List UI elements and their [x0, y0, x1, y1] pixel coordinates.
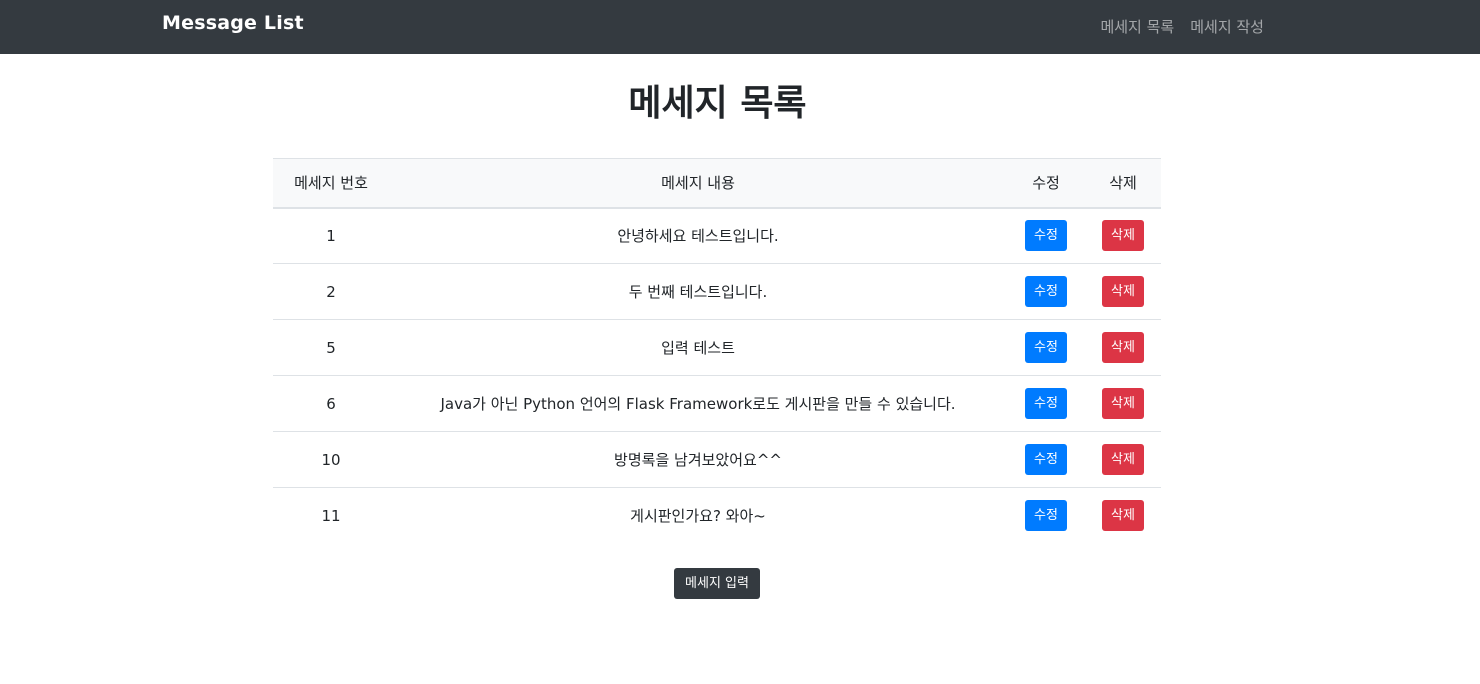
nav-links: 메세지 목록 메세지 작성	[1100, 16, 1264, 37]
table-row: 10 방명록을 남겨보았어요^^ 수정 삭제	[273, 431, 1161, 488]
message-table-wrapper: 메세지 번호 메세지 내용 수정 삭제 1 안녕하세요 테스트입니다. 수정 삭…	[273, 158, 1161, 544]
message-content: Java가 아닌 Python 언어의 Flask Framework로도 게시…	[389, 375, 1007, 432]
message-content: 두 번째 테스트입니다.	[389, 263, 1007, 320]
message-number: 2	[273, 263, 389, 320]
header-message-number: 메세지 번호	[273, 158, 389, 209]
message-number: 1	[273, 207, 389, 264]
delete-button[interactable]: 삭제	[1102, 220, 1144, 252]
edit-button[interactable]: 수정	[1025, 500, 1067, 532]
table-header-row: 메세지 번호 메세지 내용 수정 삭제	[273, 158, 1161, 209]
page-title: 메세지 목록	[628, 83, 807, 124]
delete-button[interactable]: 삭제	[1102, 276, 1144, 307]
message-table: 메세지 번호 메세지 내용 수정 삭제 1 안녕하세요 테스트입니다. 수정 삭…	[273, 158, 1161, 544]
edit-button[interactable]: 수정	[1025, 276, 1067, 307]
edit-button[interactable]: 수정	[1025, 444, 1067, 475]
table-row: 6 Java가 아닌 Python 언어의 Flask Framework로도 …	[273, 375, 1161, 432]
delete-button[interactable]: 삭제	[1102, 388, 1144, 419]
edit-button[interactable]: 수정	[1025, 332, 1067, 363]
delete-button[interactable]: 삭제	[1102, 500, 1144, 532]
table-row: 1 안녕하세요 테스트입니다. 수정 삭제	[273, 207, 1161, 264]
header-message-content: 메세지 내용	[389, 158, 1007, 209]
message-number: 5	[273, 319, 389, 376]
header-edit: 수정	[1007, 158, 1085, 209]
message-content: 방명록을 남겨보았어요^^	[389, 431, 1007, 488]
table-row: 11 게시판인가요? 와아~ 수정 삭제	[273, 488, 1161, 544]
brand-link[interactable]: Message List	[162, 12, 304, 34]
header-delete: 삭제	[1085, 158, 1161, 209]
message-input-button[interactable]: 메세지 입력	[674, 568, 760, 599]
message-content: 게시판인가요? 와아~	[630, 507, 766, 526]
delete-button[interactable]: 삭제	[1102, 444, 1144, 475]
nav-link-message-list[interactable]: 메세지 목록	[1100, 16, 1174, 37]
message-content: 입력 테스트	[389, 319, 1007, 376]
table-body: 1 안녕하세요 테스트입니다. 수정 삭제 2 두 번째 테스트입니다. 수정 …	[273, 207, 1161, 544]
nav-link-message-write[interactable]: 메세지 작성	[1190, 16, 1264, 37]
edit-button[interactable]: 수정	[1025, 220, 1067, 252]
message-number: 11	[321, 506, 341, 525]
message-content: 안녕하세요 테스트입니다.	[389, 207, 1007, 264]
navbar: Message List 메세지 목록 메세지 작성	[0, 0, 1480, 54]
table-row: 2 두 번째 테스트입니다. 수정 삭제	[273, 263, 1161, 320]
edit-button[interactable]: 수정	[1025, 388, 1067, 419]
table-header: 메세지 번호 메세지 내용 수정 삭제	[273, 158, 1161, 209]
message-number: 10	[273, 431, 389, 488]
message-number: 6	[273, 375, 389, 432]
delete-button[interactable]: 삭제	[1102, 332, 1144, 363]
table-row: 5 입력 테스트 수정 삭제	[273, 319, 1161, 376]
